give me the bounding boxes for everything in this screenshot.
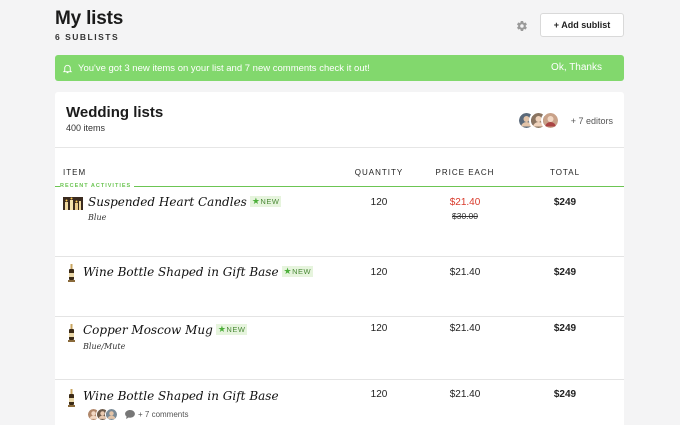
bell-icon [62, 64, 73, 73]
price-value: $21.40 [449, 267, 481, 278]
editor-avatar [540, 111, 560, 130]
column-header-item: ITEM [63, 168, 87, 177]
table-row[interactable]: Wine Bottle Shaped in Gift Base + 7 comm… [55, 386, 624, 425]
price-value: $21.40 [449, 389, 481, 400]
sale-price: $21.40 [449, 197, 481, 208]
recent-activities-divider [55, 186, 624, 187]
quantity-value: 120 [370, 323, 388, 334]
new-badge: ★NEW [249, 196, 282, 207]
bottle-thumbnail [68, 264, 75, 282]
sublist-count: 6 SUBLISTS [55, 32, 120, 42]
notification-message: You've got 3 new items on your list and … [78, 62, 370, 74]
candles-thumbnail [63, 197, 83, 210]
table-row[interactable]: Suspended Heart Candles ★NEW Blue 120 $21… [55, 192, 624, 254]
table-row[interactable]: Copper Moscow Mug ★NEW Blue/Mute 120 $21.… [55, 322, 624, 378]
item-count: 400 items [66, 123, 106, 133]
new-badge: ★NEW [281, 266, 314, 277]
bottle-thumbnail [68, 389, 75, 407]
row-divider [55, 316, 624, 317]
column-header-total: TOTAL [549, 168, 581, 177]
product-name[interactable]: Suspended Heart Candles ★NEW [88, 195, 282, 209]
comment-icon [125, 410, 135, 419]
total-value: $249 [553, 267, 577, 278]
page-title: My lists [55, 8, 124, 29]
new-badge: ★NEW [215, 324, 248, 335]
page-header: My lists 6 SUBLISTS + Add sublist [55, 8, 624, 48]
total-value: $249 [553, 197, 577, 208]
product-name[interactable]: Wine Bottle Shaped in Gift Base [83, 389, 279, 403]
quantity-value: 120 [370, 267, 388, 278]
table-row[interactable]: Wine Bottle Shaped in Gift Base ★NEW 120 … [55, 262, 624, 314]
dismiss-notification-button[interactable]: Ok, Thanks [551, 55, 602, 81]
editors-count: + 7 editors [570, 115, 613, 126]
price-value: $21.40 [449, 323, 481, 334]
comments-summary[interactable]: + 7 comments [87, 408, 188, 421]
comments-count: + 7 comments [138, 410, 189, 419]
product-name[interactable]: Copper Moscow Mug ★NEW [83, 323, 248, 337]
bottle-thumbnail [68, 324, 75, 342]
wedding-list-card: Wedding lists 400 items + 7 editors ITEM… [55, 92, 624, 425]
add-sublist-button[interactable]: + Add sublist [540, 13, 624, 37]
column-header-price: PRICE EACH [435, 168, 495, 177]
row-divider [55, 379, 624, 380]
commenter-avatar [105, 408, 118, 421]
total-value: $249 [553, 323, 577, 334]
quantity-value: 120 [370, 389, 388, 400]
quantity-value: 120 [370, 197, 388, 208]
original-price: $30.00 [452, 211, 478, 221]
list-title: Wedding lists [66, 104, 164, 121]
notification-banner: You've got 3 new items on your list and … [55, 55, 624, 81]
total-value: $249 [553, 389, 577, 400]
divider [55, 147, 624, 148]
star-icon: ★ [283, 266, 293, 276]
price-cell: $21.40 $30.00 [425, 197, 505, 221]
gear-icon[interactable] [516, 20, 528, 32]
editors-group[interactable]: + 7 editors [516, 111, 613, 130]
product-name[interactable]: Wine Bottle Shaped in Gift Base ★NEW [83, 265, 314, 279]
column-header-quantity: QUANTITY [354, 168, 404, 177]
product-variant: Blue [88, 213, 107, 222]
recent-activities-label: RECENT ACTIVITIES [60, 183, 135, 189]
row-divider [55, 256, 624, 257]
product-variant: Blue/Mute [83, 342, 126, 351]
